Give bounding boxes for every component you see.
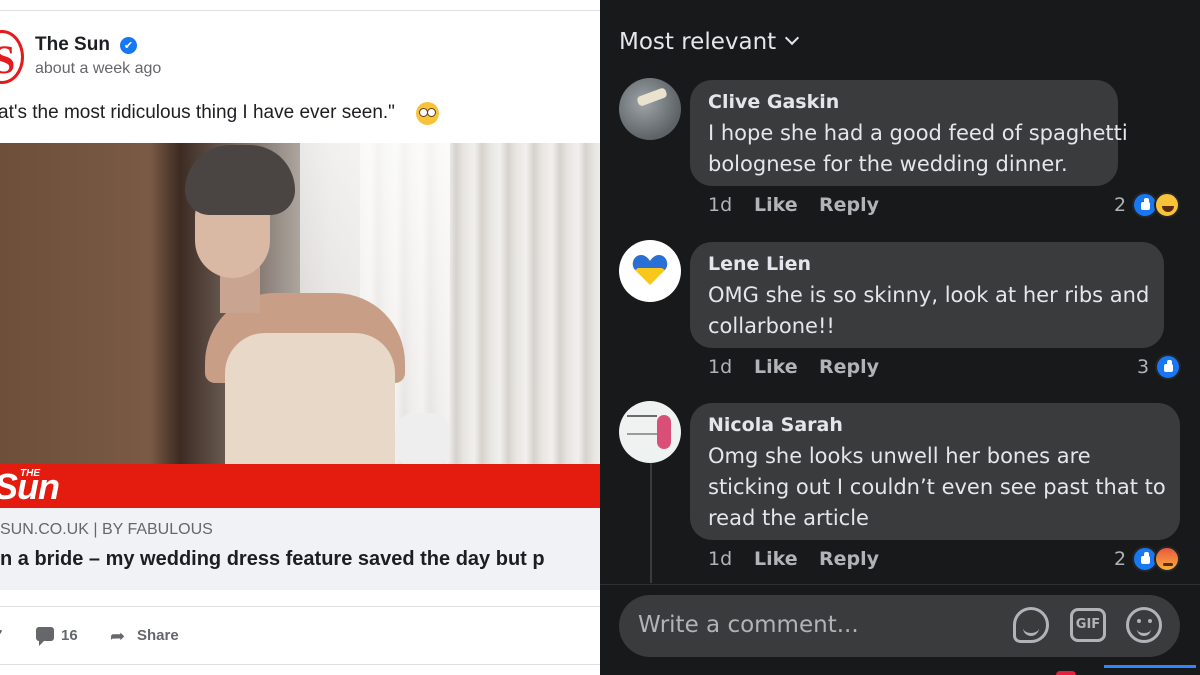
page-name[interactable]: The Sun <box>35 34 110 56</box>
post-text: at's the most ridiculous thing I have ev… <box>0 102 395 123</box>
like-button[interactable]: Like <box>754 356 798 378</box>
link-title[interactable]: n a bride – my wedding dress feature sav… <box>0 548 600 571</box>
like-button[interactable]: Like <box>754 194 798 216</box>
banner-sun-logo: Sun <box>0 466 60 507</box>
like-button[interactable]: Like <box>754 548 798 570</box>
reply-button[interactable]: Reply <box>819 548 879 570</box>
glove-shape <box>395 413 450 464</box>
comment-time[interactable]: 1d <box>708 548 732 570</box>
comment-author[interactable]: Nicola Sarah <box>708 414 843 436</box>
comments-panel: Most relevant Clive Gaskin I hope she ha… <box>600 0 1200 675</box>
sun-logo-mark: S <box>0 36 15 81</box>
reply-button[interactable]: Reply <box>819 194 879 216</box>
sort-dropdown[interactable]: Most relevant <box>619 29 776 55</box>
comment-author[interactable]: Lene Lien <box>708 253 811 275</box>
post-timestamp[interactable]: about a week ago <box>35 60 161 78</box>
reaction-count[interactable]: 2 <box>1114 194 1126 216</box>
sticker-icon[interactable] <box>1013 607 1049 643</box>
comment-text: OMG she is so skinny, look at her ribs a… <box>708 283 1150 338</box>
page-avatar[interactable]: S <box>0 30 24 84</box>
reaction-count[interactable]: 2 <box>1114 548 1126 570</box>
like-reaction-icon <box>1155 354 1181 380</box>
sun-banner <box>0 464 600 508</box>
comment-count[interactable]: 16 <box>61 627 78 644</box>
reaction-count[interactable]: 3 <box>1137 356 1149 378</box>
avatar[interactable] <box>619 78 681 140</box>
divider <box>600 584 1200 585</box>
share-icon[interactable]: ➦ <box>110 626 125 647</box>
avatar[interactable] <box>619 401 681 463</box>
chevron-down-icon[interactable] <box>784 30 800 46</box>
active-indicator <box>1104 665 1196 668</box>
comment-time[interactable]: 1d <box>708 194 732 216</box>
link-source: SUN.CO.UK | BY FABULOUS <box>0 521 213 538</box>
flushed-face-icon <box>416 102 439 125</box>
divider <box>0 606 600 607</box>
reply-button[interactable]: Reply <box>819 356 879 378</box>
gif-icon[interactable]: GIF <box>1070 608 1106 642</box>
comment-icon[interactable] <box>36 627 54 646</box>
avatar-figure-shape <box>657 415 671 449</box>
angry-reaction-icon <box>1154 546 1180 572</box>
comment-text: Omg she looks unwell her bones are stick… <box>708 444 1166 530</box>
notification-dot <box>1056 671 1076 675</box>
comment-input[interactable] <box>638 612 998 638</box>
share-button[interactable]: Share <box>137 627 179 644</box>
avatar[interactable] <box>619 240 681 302</box>
avatar-note-shape <box>627 415 657 435</box>
haha-reaction-icon <box>1154 192 1180 218</box>
dress-shape <box>225 333 395 464</box>
post-image[interactable] <box>0 143 600 464</box>
reaction-count[interactable]: 7 <box>0 627 2 644</box>
divider <box>0 664 600 665</box>
reply-thread-line <box>650 463 652 583</box>
verified-badge-icon: ✔ <box>120 37 137 54</box>
divider <box>0 10 600 11</box>
emoji-icon[interactable] <box>1126 607 1162 643</box>
hair-shape <box>185 145 295 215</box>
comment-time[interactable]: 1d <box>708 356 732 378</box>
facebook-post: S The Sun ✔ about a week ago at's the mo… <box>0 0 600 675</box>
heart-icon <box>632 255 668 285</box>
comment-text: I hope she had a good feed of spaghetti … <box>708 121 1128 176</box>
comment-author[interactable]: Clive Gaskin <box>708 91 839 113</box>
